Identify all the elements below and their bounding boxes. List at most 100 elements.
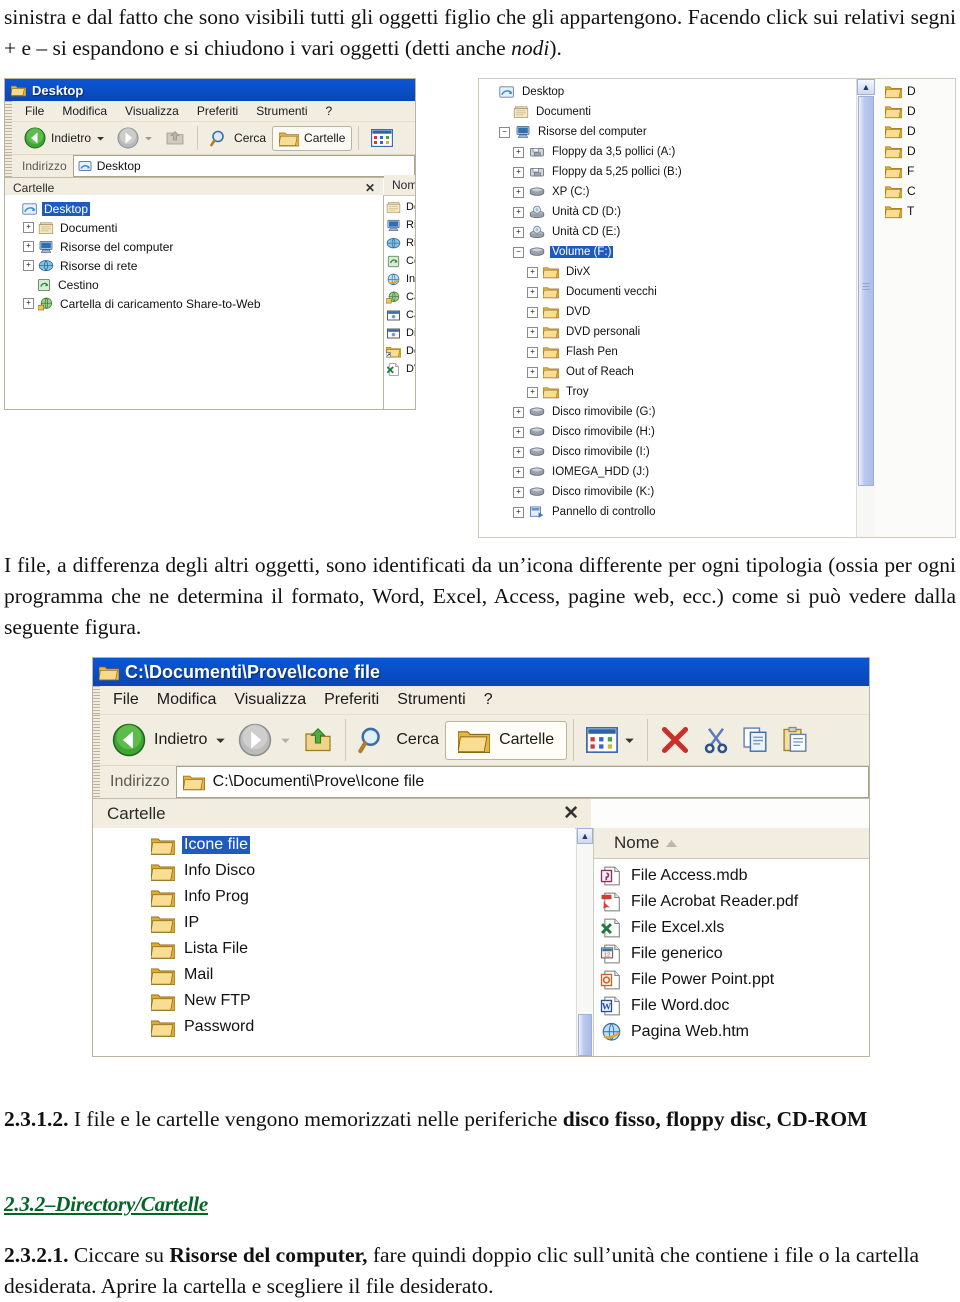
expand-toggle[interactable]: + (527, 306, 538, 318)
menu-modifica[interactable]: Modifica (148, 689, 226, 711)
menu-help[interactable]: ? (317, 102, 342, 120)
tree-item[interactable]: + Disco rimovibile (K:) (485, 482, 857, 502)
address-input[interactable]: Desktop (72, 155, 415, 177)
list-item[interactable]: Ca (386, 306, 415, 324)
list-item[interactable]: Ris (386, 216, 415, 234)
tree-item[interactable]: + IOMEGA_HDD (J:) (485, 462, 857, 482)
list-item[interactable]: Do (386, 198, 415, 216)
tree-item[interactable]: Password (151, 1014, 575, 1040)
back-button[interactable]: Indietro (106, 720, 232, 760)
list-item[interactable]: Dis (386, 324, 415, 342)
tree-item[interactable]: + Disco rimovibile (G:) (485, 402, 857, 422)
list-item[interactable]: D (885, 121, 955, 141)
search-button[interactable]: Cerca (352, 722, 445, 758)
tree-item[interactable]: + DivX (485, 262, 857, 282)
figure3-column-header[interactable]: Nome (594, 828, 869, 859)
copy-button[interactable] (736, 723, 776, 757)
up-button[interactable] (159, 125, 191, 151)
list-item[interactable]: Do (386, 342, 415, 360)
tree-item[interactable]: + Documenti vecchi (485, 282, 857, 302)
tree-item[interactable]: Desktop (485, 82, 857, 102)
chevron-down-icon[interactable] (280, 735, 291, 746)
menu-visualizza[interactable]: Visualizza (225, 689, 315, 711)
figure3-tree-scrollbar[interactable]: ▲ (576, 828, 593, 1056)
menubar-grip[interactable] (5, 101, 12, 121)
file-list-item[interactable]: Pagina Web.htm (600, 1019, 869, 1045)
tree-item[interactable]: Cestino (9, 275, 383, 294)
figure3-tree-pane[interactable]: Icone file Info Disco Info Prog IP Lista Fil… (93, 828, 575, 1056)
expand-toggle[interactable]: + (513, 206, 524, 218)
menu-strumenti[interactable]: Strumenti (247, 102, 316, 120)
file-list-item[interactable]: W File Word.doc (600, 993, 869, 1019)
up-button[interactable] (297, 722, 339, 758)
figure2-vertical-scrollbar[interactable]: ▲ (856, 79, 875, 537)
tree-item[interactable]: − Risorse del computer (485, 122, 857, 142)
tree-item[interactable]: + Risorse di rete (9, 256, 383, 275)
close-icon[interactable]: ✕ (365, 181, 375, 195)
list-item[interactable]: DV (386, 360, 415, 378)
collapse-toggle[interactable]: − (513, 246, 524, 258)
addressbar-grip[interactable] (93, 766, 100, 798)
folders-button[interactable]: Cartelle (445, 720, 568, 760)
tree-item[interactable]: Info Disco (151, 858, 575, 884)
file-list-item[interactable]: File Power Point.ppt (600, 967, 869, 993)
expand-toggle[interactable]: + (513, 406, 524, 418)
list-item[interactable]: D (885, 141, 955, 161)
expand-toggle[interactable]: + (23, 222, 34, 233)
forward-button[interactable] (111, 124, 159, 152)
list-item[interactable]: Ce (386, 252, 415, 270)
tree-item[interactable]: Documenti (485, 102, 857, 122)
chevron-down-icon[interactable] (624, 735, 635, 746)
delete-button[interactable] (654, 722, 696, 758)
menu-visualizza[interactable]: Visualizza (116, 102, 188, 120)
expand-toggle[interactable]: + (513, 466, 524, 478)
tree-item[interactable]: + Flash Pen (485, 342, 857, 362)
tree-item[interactable]: + XP (C:) (485, 182, 857, 202)
expand-toggle[interactable]: + (527, 346, 538, 358)
tree-item[interactable]: Info Prog (151, 884, 575, 910)
list-item[interactable]: Int (386, 270, 415, 288)
tree-item[interactable]: Mail (151, 962, 575, 988)
tree-item[interactable]: + Documenti (9, 218, 383, 237)
figure1-column-header[interactable]: Nom (384, 175, 415, 196)
tree-item[interactable]: + Floppy da 5,25 pollici (B:) (485, 162, 857, 182)
expand-toggle[interactable]: + (513, 446, 524, 458)
back-button[interactable]: Indietro (18, 124, 111, 152)
menu-file[interactable]: File (104, 689, 148, 711)
tree-item[interactable]: + Troy (485, 382, 857, 402)
scroll-up-arrow[interactable]: ▲ (577, 828, 593, 844)
scrollbar-thumb[interactable] (578, 1014, 592, 1056)
chevron-down-icon[interactable] (215, 735, 226, 746)
expand-toggle[interactable]: + (513, 506, 524, 518)
menu-help[interactable]: ? (475, 689, 502, 711)
tree-item[interactable]: + Unità CD (E:) (485, 222, 857, 242)
tree-item[interactable]: Icone file (151, 832, 575, 858)
tree-item[interactable]: + Pannello di controllo (485, 502, 857, 522)
expand-toggle[interactable]: + (23, 241, 34, 252)
tree-item[interactable]: + Out of Reach (485, 362, 857, 382)
paste-button[interactable] (776, 723, 816, 757)
file-list-item[interactable]: File Access.mdb (600, 863, 869, 889)
close-icon[interactable]: ✕ (563, 802, 579, 825)
chevron-down-icon[interactable] (144, 134, 153, 143)
figure1-tree-pane[interactable]: Desktop + Documenti + Risorse del computer + R… (5, 195, 384, 409)
expand-toggle[interactable]: + (513, 226, 524, 238)
forward-button[interactable] (232, 720, 297, 760)
expand-toggle[interactable]: + (513, 146, 524, 158)
file-list-item[interactable]: 12 File generico (600, 941, 869, 967)
list-item[interactable]: F (885, 161, 955, 181)
tree-item[interactable]: + Unità CD (D:) (485, 202, 857, 222)
menu-preferiti[interactable]: Preferiti (315, 689, 388, 711)
file-list-item[interactable]: File Acrobat Reader.pdf (600, 889, 869, 915)
expand-toggle[interactable]: + (513, 426, 524, 438)
menu-file[interactable]: File (16, 102, 53, 120)
expand-toggle[interactable]: + (527, 366, 538, 378)
list-item[interactable]: Ca (386, 288, 415, 306)
tree-item[interactable]: + Disco rimovibile (H:) (485, 422, 857, 442)
menu-strumenti[interactable]: Strumenti (388, 689, 474, 711)
toolbar-grip[interactable] (93, 715, 100, 765)
figure1-list-pane[interactable]: Nom Do Ris Ris Ce Int Ca Ca Dis Do DV (384, 175, 415, 409)
expand-toggle[interactable]: + (513, 186, 524, 198)
expand-toggle[interactable]: + (527, 286, 538, 298)
scroll-up-arrow[interactable]: ▲ (857, 79, 875, 95)
